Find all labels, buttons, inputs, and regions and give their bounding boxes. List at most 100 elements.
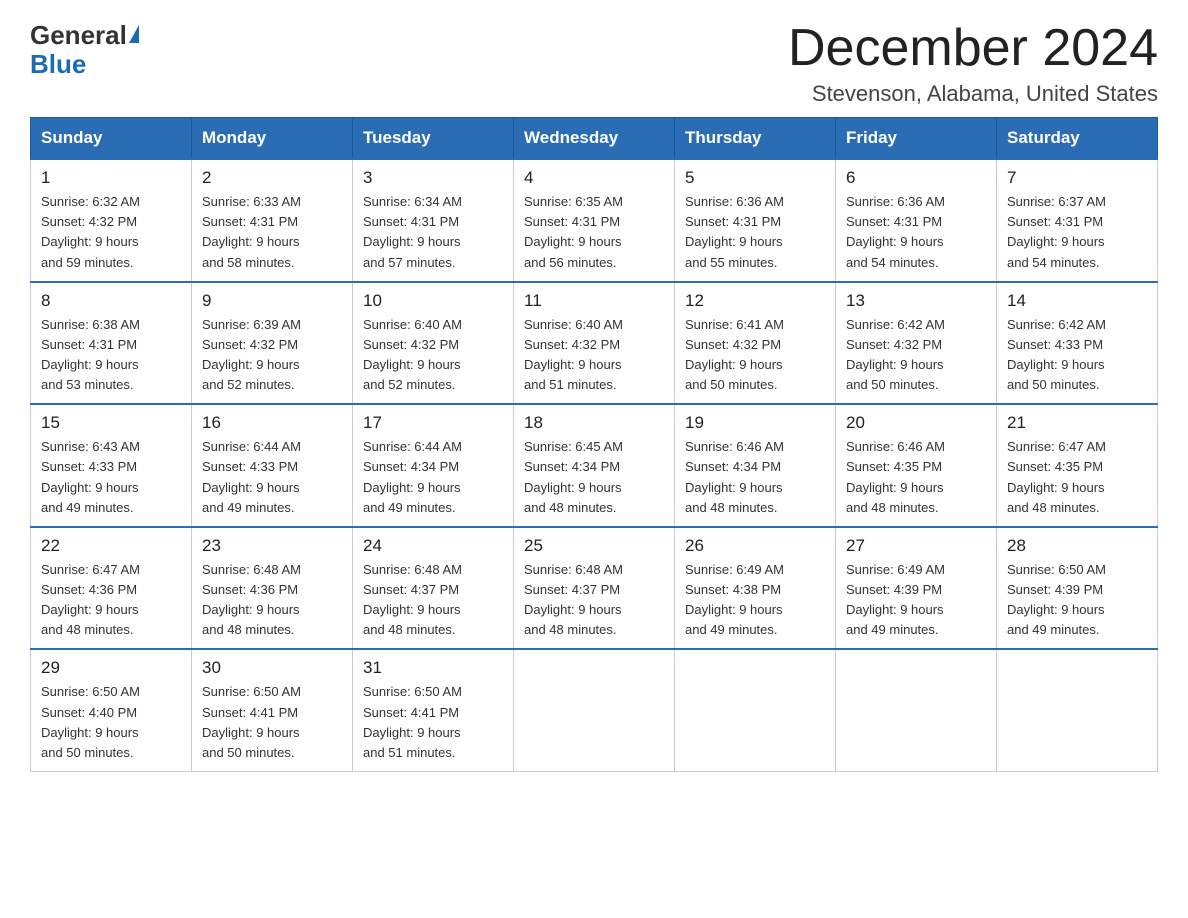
day-number: 16	[202, 413, 342, 433]
day-info: Sunrise: 6:50 AMSunset: 4:40 PMDaylight:…	[41, 682, 181, 763]
day-number: 30	[202, 658, 342, 678]
day-number: 7	[1007, 168, 1147, 188]
day-cell-29: 29 Sunrise: 6:50 AMSunset: 4:40 PMDayligh…	[31, 649, 192, 771]
day-number: 4	[524, 168, 664, 188]
day-info: Sunrise: 6:45 AMSunset: 4:34 PMDaylight:…	[524, 437, 664, 518]
day-info: Sunrise: 6:42 AMSunset: 4:32 PMDaylight:…	[846, 315, 986, 396]
day-number: 26	[685, 536, 825, 556]
day-cell-30: 30 Sunrise: 6:50 AMSunset: 4:41 PMDayligh…	[192, 649, 353, 771]
day-number: 20	[846, 413, 986, 433]
weekday-header-thursday: Thursday	[675, 118, 836, 160]
day-number: 17	[363, 413, 503, 433]
day-number: 15	[41, 413, 181, 433]
day-info: Sunrise: 6:36 AMSunset: 4:31 PMDaylight:…	[685, 192, 825, 273]
day-number: 6	[846, 168, 986, 188]
day-number: 13	[846, 291, 986, 311]
day-cell-2: 2 Sunrise: 6:33 AMSunset: 4:31 PMDaylight…	[192, 159, 353, 282]
day-cell-7: 7 Sunrise: 6:37 AMSunset: 4:31 PMDaylight…	[997, 159, 1158, 282]
day-cell-13: 13 Sunrise: 6:42 AMSunset: 4:32 PMDayligh…	[836, 282, 997, 405]
day-number: 28	[1007, 536, 1147, 556]
day-cell-5: 5 Sunrise: 6:36 AMSunset: 4:31 PMDaylight…	[675, 159, 836, 282]
day-number: 2	[202, 168, 342, 188]
day-cell-4: 4 Sunrise: 6:35 AMSunset: 4:31 PMDaylight…	[514, 159, 675, 282]
day-number: 25	[524, 536, 664, 556]
empty-cell	[836, 649, 997, 771]
day-cell-18: 18 Sunrise: 6:45 AMSunset: 4:34 PMDayligh…	[514, 404, 675, 527]
day-info: Sunrise: 6:33 AMSunset: 4:31 PMDaylight:…	[202, 192, 342, 273]
weekday-header-tuesday: Tuesday	[353, 118, 514, 160]
day-info: Sunrise: 6:34 AMSunset: 4:31 PMDaylight:…	[363, 192, 503, 273]
logo-triangle-icon	[129, 25, 139, 43]
logo: General Blue	[30, 20, 139, 80]
day-cell-10: 10Sunrise: 6:40 AMSunset: 4:32 PMDayligh…	[353, 282, 514, 405]
day-info: Sunrise: 6:48 AMSunset: 4:37 PMDaylight:…	[363, 560, 503, 641]
day-number: 8	[41, 291, 181, 311]
day-number: 1	[41, 168, 181, 188]
day-info: Sunrise: 6:48 AMSunset: 4:37 PMDaylight:…	[524, 560, 664, 641]
week-row-2: 8Sunrise: 6:38 AMSunset: 4:31 PMDaylight…	[31, 282, 1158, 405]
day-cell-3: 3Sunrise: 6:34 AMSunset: 4:31 PMDaylight…	[353, 159, 514, 282]
month-title: December 2024	[788, 20, 1158, 77]
weekday-header-wednesday: Wednesday	[514, 118, 675, 160]
weekday-header-friday: Friday	[836, 118, 997, 160]
day-info: Sunrise: 6:50 AMSunset: 4:39 PMDaylight:…	[1007, 560, 1147, 641]
day-cell-28: 28 Sunrise: 6:50 AMSunset: 4:39 PMDayligh…	[997, 527, 1158, 650]
day-info: Sunrise: 6:40 AMSunset: 4:32 PMDaylight:…	[524, 315, 664, 396]
day-info: Sunrise: 6:35 AMSunset: 4:31 PMDaylight:…	[524, 192, 664, 273]
day-info: Sunrise: 6:36 AMSunset: 4:31 PMDaylight:…	[846, 192, 986, 273]
page-header: General Blue December 2024 Stevenson, Al…	[30, 20, 1158, 107]
weekday-header-saturday: Saturday	[997, 118, 1158, 160]
day-info: Sunrise: 6:50 AMSunset: 4:41 PMDaylight:…	[202, 682, 342, 763]
day-info: Sunrise: 6:32 AMSunset: 4:32 PMDaylight:…	[41, 192, 181, 273]
weekday-header-sunday: Sunday	[31, 118, 192, 160]
day-cell-26: 26 Sunrise: 6:49 AMSunset: 4:38 PMDayligh…	[675, 527, 836, 650]
day-number: 5	[685, 168, 825, 188]
day-number: 21	[1007, 413, 1147, 433]
week-row-3: 15 Sunrise: 6:43 AMSunset: 4:33 PMDayligh…	[31, 404, 1158, 527]
day-number: 18	[524, 413, 664, 433]
day-number: 29	[41, 658, 181, 678]
day-cell-14: 14Sunrise: 6:42 AMSunset: 4:33 PMDayligh…	[997, 282, 1158, 405]
day-cell-8: 8Sunrise: 6:38 AMSunset: 4:31 PMDaylight…	[31, 282, 192, 405]
day-info: Sunrise: 6:46 AMSunset: 4:34 PMDaylight:…	[685, 437, 825, 518]
day-info: Sunrise: 6:39 AMSunset: 4:32 PMDaylight:…	[202, 315, 342, 396]
day-cell-21: 21Sunrise: 6:47 AMSunset: 4:35 PMDayligh…	[997, 404, 1158, 527]
day-number: 9	[202, 291, 342, 311]
day-info: Sunrise: 6:47 AMSunset: 4:36 PMDaylight:…	[41, 560, 181, 641]
logo-blue: Blue	[30, 49, 86, 80]
day-cell-31: 31 Sunrise: 6:50 AMSunset: 4:41 PMDayligh…	[353, 649, 514, 771]
day-info: Sunrise: 6:46 AMSunset: 4:35 PMDaylight:…	[846, 437, 986, 518]
day-cell-11: 11Sunrise: 6:40 AMSunset: 4:32 PMDayligh…	[514, 282, 675, 405]
day-cell-16: 16 Sunrise: 6:44 AMSunset: 4:33 PMDayligh…	[192, 404, 353, 527]
week-row-1: 1 Sunrise: 6:32 AMSunset: 4:32 PMDaylight…	[31, 159, 1158, 282]
day-cell-25: 25 Sunrise: 6:48 AMSunset: 4:37 PMDayligh…	[514, 527, 675, 650]
day-info: Sunrise: 6:37 AMSunset: 4:31 PMDaylight:…	[1007, 192, 1147, 273]
logo-general: General	[30, 20, 127, 51]
day-info: Sunrise: 6:50 AMSunset: 4:41 PMDaylight:…	[363, 682, 503, 763]
day-cell-20: 20 Sunrise: 6:46 AMSunset: 4:35 PMDayligh…	[836, 404, 997, 527]
day-cell-12: 12Sunrise: 6:41 AMSunset: 4:32 PMDayligh…	[675, 282, 836, 405]
title-section: December 2024 Stevenson, Alabama, United…	[788, 20, 1158, 107]
location-title: Stevenson, Alabama, United States	[788, 81, 1158, 107]
week-row-4: 22Sunrise: 6:47 AMSunset: 4:36 PMDayligh…	[31, 527, 1158, 650]
calendar-table: SundayMondayTuesdayWednesdayThursdayFrid…	[30, 117, 1158, 772]
day-info: Sunrise: 6:43 AMSunset: 4:33 PMDaylight:…	[41, 437, 181, 518]
day-number: 27	[846, 536, 986, 556]
empty-cell	[997, 649, 1158, 771]
day-cell-9: 9 Sunrise: 6:39 AMSunset: 4:32 PMDaylight…	[192, 282, 353, 405]
day-cell-22: 22Sunrise: 6:47 AMSunset: 4:36 PMDayligh…	[31, 527, 192, 650]
day-info: Sunrise: 6:41 AMSunset: 4:32 PMDaylight:…	[685, 315, 825, 396]
day-number: 19	[685, 413, 825, 433]
empty-cell	[514, 649, 675, 771]
day-number: 31	[363, 658, 503, 678]
day-cell-15: 15 Sunrise: 6:43 AMSunset: 4:33 PMDayligh…	[31, 404, 192, 527]
day-cell-17: 17 Sunrise: 6:44 AMSunset: 4:34 PMDayligh…	[353, 404, 514, 527]
day-info: Sunrise: 6:44 AMSunset: 4:33 PMDaylight:…	[202, 437, 342, 518]
day-cell-23: 23Sunrise: 6:48 AMSunset: 4:36 PMDayligh…	[192, 527, 353, 650]
day-info: Sunrise: 6:49 AMSunset: 4:38 PMDaylight:…	[685, 560, 825, 641]
day-cell-1: 1 Sunrise: 6:32 AMSunset: 4:32 PMDaylight…	[31, 159, 192, 282]
day-cell-6: 6 Sunrise: 6:36 AMSunset: 4:31 PMDaylight…	[836, 159, 997, 282]
day-info: Sunrise: 6:42 AMSunset: 4:33 PMDaylight:…	[1007, 315, 1147, 396]
day-number: 24	[363, 536, 503, 556]
day-info: Sunrise: 6:44 AMSunset: 4:34 PMDaylight:…	[363, 437, 503, 518]
